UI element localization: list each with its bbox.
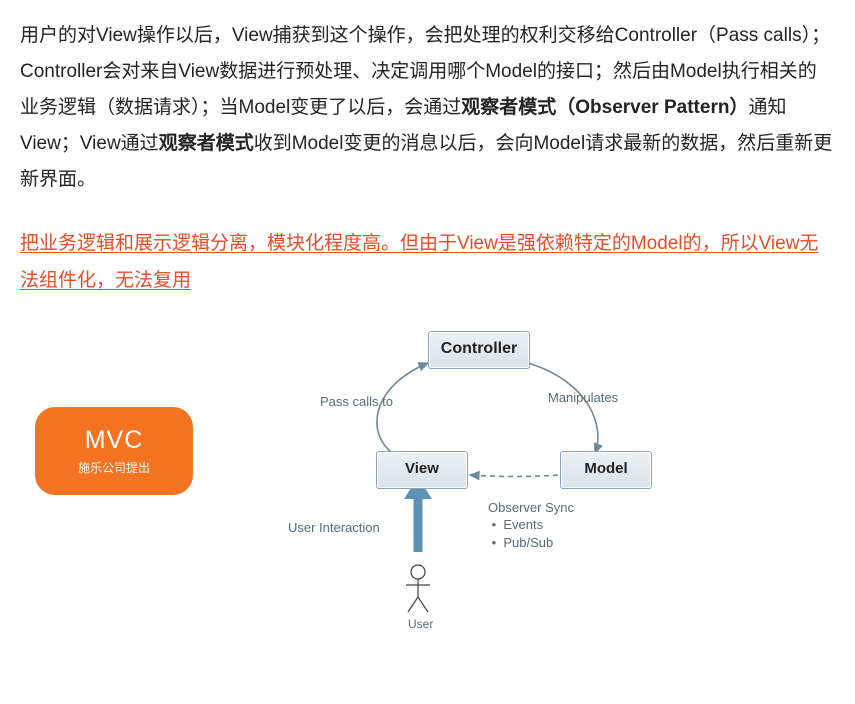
- mvc-diagram: MVC 施乐公司提出 Controller View Model Pass ca…: [20, 327, 720, 627]
- badge-subtitle: 施乐公司提出: [78, 461, 150, 475]
- observer-title: Observer Sync: [488, 500, 574, 515]
- para-bold-2: 观察者模式: [159, 133, 254, 154]
- user-interaction-label: User Interaction: [288, 519, 380, 537]
- observer-sync-label: Observer Sync • Events • Pub/Sub: [488, 499, 574, 552]
- badge-title: MVC: [85, 425, 144, 455]
- model-box: Model: [560, 451, 652, 489]
- manipulates-label: Manipulates: [548, 389, 618, 407]
- user-label: User: [408, 613, 433, 636]
- explanation-paragraph: 用户的对View操作以后，View捕获到这个操作，会把处理的权利交移给Contr…: [20, 18, 835, 198]
- highlight-note: 把业务逻辑和展示逻辑分离，模块化程度高。但由于View是强依赖特定的Model的…: [20, 226, 835, 298]
- controller-box: Controller: [428, 331, 530, 369]
- observer-bullet-events: Events: [503, 517, 543, 532]
- para-bold-1: 观察者模式（Observer Pattern）: [461, 97, 748, 118]
- observer-bullet-pubsub: Pub/Sub: [503, 535, 553, 550]
- view-box: View: [376, 451, 468, 489]
- mvc-badge: MVC 施乐公司提出: [35, 407, 193, 495]
- pass-calls-label: Pass calls to: [320, 393, 393, 411]
